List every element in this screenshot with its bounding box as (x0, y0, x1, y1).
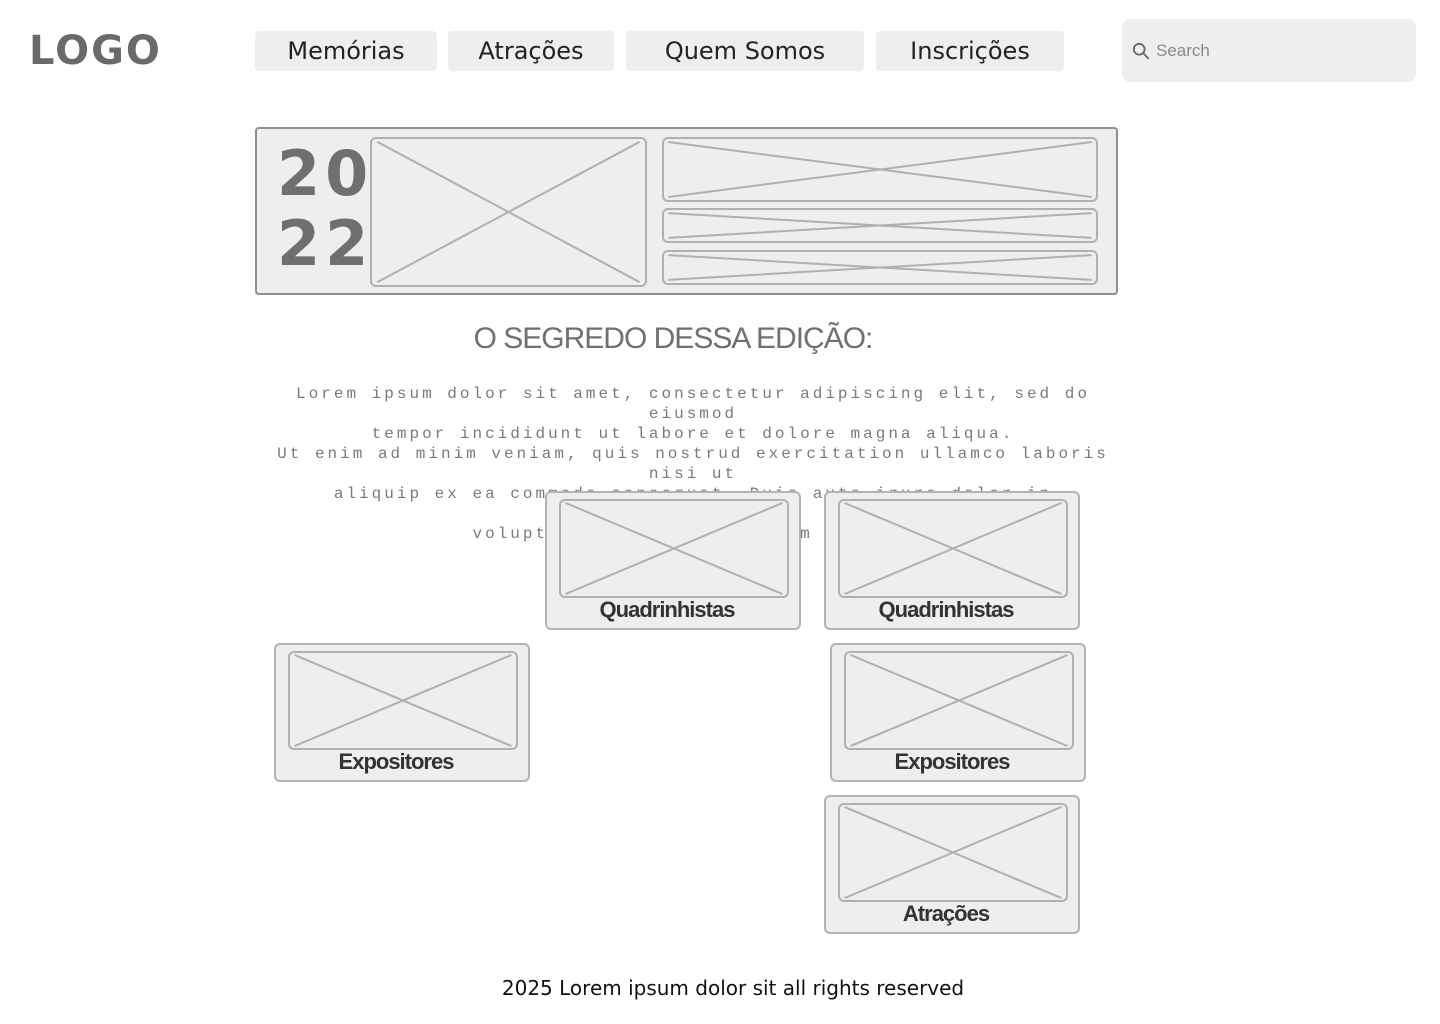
footer-text: 2025 Lorem ipsum dolor sit all rights re… (501, 976, 965, 1000)
search-box[interactable] (1122, 19, 1416, 82)
nav-atracoes[interactable]: Atrações (448, 31, 614, 71)
card-image-placeholder (838, 803, 1068, 902)
card-image-placeholder (288, 651, 518, 750)
card-label: Expositores (894, 749, 1011, 774)
card-image-placeholder (559, 499, 789, 598)
card-label: Quadrinhistas (599, 597, 736, 622)
card-label: Quadrinhistas (878, 597, 1015, 622)
card-expositores-2[interactable]: Expositores (830, 643, 1086, 782)
card-expositores-1[interactable]: Expositores (274, 643, 530, 782)
card-image-placeholder (844, 651, 1074, 750)
search-icon (1132, 42, 1150, 59)
search-input[interactable] (1156, 40, 1396, 61)
nav-memorias[interactable]: Memórias (255, 31, 437, 71)
card-label: Expositores (338, 749, 455, 774)
card-image-placeholder (838, 499, 1068, 598)
paragraph-line: tempor incididunt ut labore et dolore ma… (371, 425, 1015, 443)
hero-banner-placeholder-2 (662, 208, 1098, 243)
nav-quem-somos[interactable]: Quem Somos (626, 31, 864, 71)
card-quadrinhistas-1[interactable]: Quadrinhistas (545, 491, 801, 630)
hero-banner-placeholder-3 (662, 250, 1098, 285)
card-label: Atrações (902, 901, 990, 926)
logo[interactable]: LOGO (29, 28, 162, 74)
paragraph-line: Ut enim ad minim veniam, quis nostrud ex… (277, 445, 1109, 483)
edition-headline: O SEGREDO DESSA EDIÇÃO: (473, 322, 874, 355)
card-quadrinhistas-2[interactable]: Quadrinhistas (824, 491, 1080, 630)
year-top: 20 (277, 137, 374, 210)
hero-banner: 20 22 (255, 127, 1118, 295)
card-atracoes[interactable]: Atrações (824, 795, 1080, 934)
paragraph-line: Lorem ipsum dolor sit amet, consectetur … (296, 385, 1090, 423)
hero-image-placeholder (370, 137, 647, 287)
hero-banner-placeholder-1 (662, 137, 1098, 202)
nav-inscricoes[interactable]: Inscrições (876, 31, 1064, 71)
edition-year: 20 22 (277, 137, 374, 280)
year-bottom: 22 (277, 207, 374, 280)
